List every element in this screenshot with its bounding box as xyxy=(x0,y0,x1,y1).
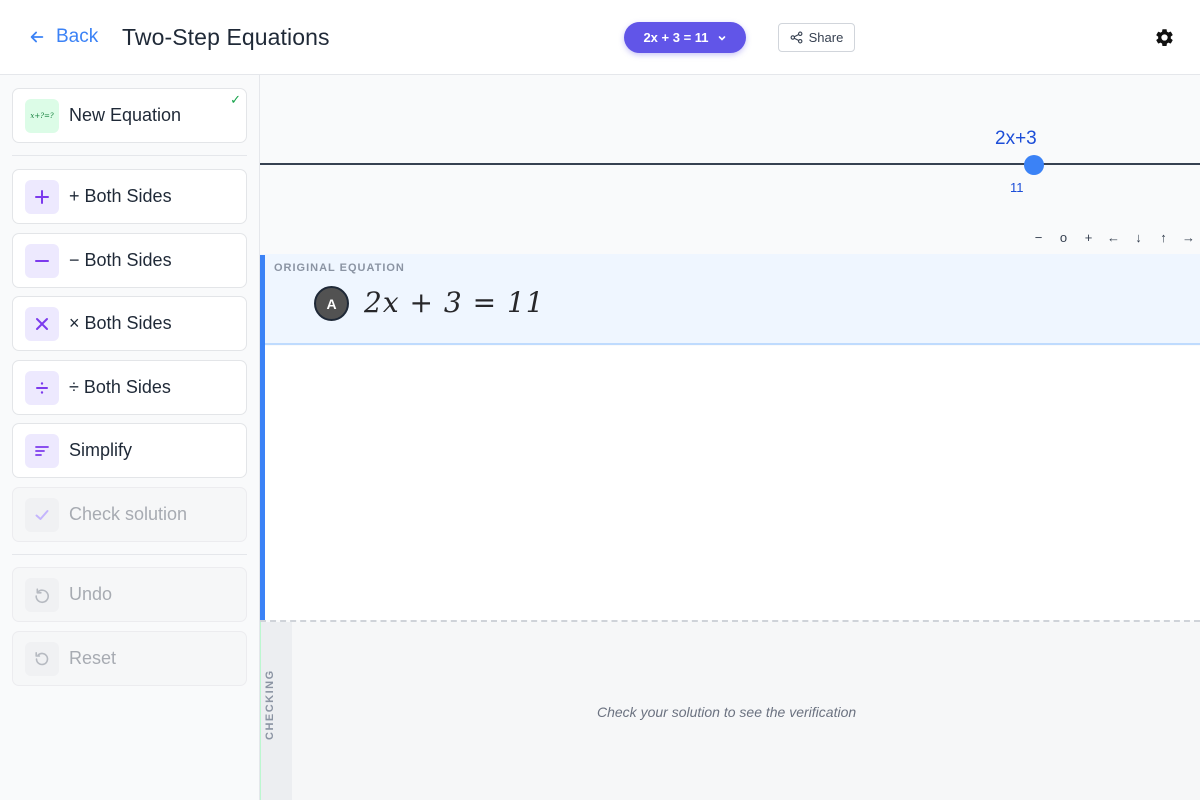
subtract-both-sides-label: − Both Sides xyxy=(69,250,172,270)
checking-heading: CHECKING xyxy=(264,669,276,740)
pan-left-button[interactable]: ← xyxy=(1101,228,1126,246)
equation-selector-label: 2x + 3 = 11 xyxy=(643,30,709,45)
number-line xyxy=(260,163,1200,165)
simplify-icon xyxy=(25,433,59,468)
back-button[interactable]: Back xyxy=(28,26,98,48)
zoom-reset-button[interactable]: o xyxy=(1051,228,1076,246)
top-bar: Back Two-Step Equations 2x + 3 = 11 Shar… xyxy=(0,0,1200,75)
number-line-expression-label: 2x+3 xyxy=(995,128,1037,149)
undo-icon xyxy=(25,577,59,612)
plus-icon xyxy=(25,179,59,214)
reset-button[interactable]: Reset xyxy=(12,631,247,686)
number-line-point[interactable] xyxy=(1024,155,1044,175)
workspace: 2x+3 11 − o + ← ↓ ↑ → ORIGINAL EQUATION … xyxy=(260,75,1200,800)
check-icon xyxy=(25,497,59,532)
original-equation-heading: ORIGINAL EQUATION xyxy=(274,262,405,274)
page-title: Two-Step Equations xyxy=(122,24,330,50)
zoom-in-button[interactable]: + xyxy=(1076,228,1101,246)
add-both-sides-label: + Both Sides xyxy=(69,186,172,206)
checking-message: Check your solution to see the verificat… xyxy=(597,704,857,720)
equation-selector[interactable]: 2x + 3 = 11 xyxy=(624,22,746,53)
divide-both-sides-button[interactable]: ÷ Both Sides xyxy=(12,360,247,415)
multiply-both-sides-button[interactable]: × Both Sides xyxy=(12,296,247,351)
share-button[interactable]: Share xyxy=(778,23,855,52)
simplify-label: Simplify xyxy=(69,440,133,460)
check-solution-label: Check solution xyxy=(69,504,188,524)
sidebar-divider xyxy=(12,155,247,156)
multiply-icon xyxy=(25,306,59,341)
share-icon xyxy=(790,31,803,44)
new-equation-label: New Equation xyxy=(69,105,182,125)
view-controls: − o + ← ↓ ↑ → xyxy=(1026,228,1200,246)
pan-right-button[interactable]: → xyxy=(1176,228,1200,246)
subtract-both-sides-button[interactable]: − Both Sides xyxy=(12,233,247,288)
multiply-both-sides-label: × Both Sides xyxy=(69,313,172,333)
reset-label: Reset xyxy=(69,648,117,668)
new-equation-button[interactable]: x+?=? New Equation ✓ xyxy=(12,88,247,143)
divide-icon xyxy=(25,370,59,405)
minus-icon xyxy=(25,243,59,278)
new-equation-icon: x+?=? xyxy=(25,98,59,133)
original-equation-panel: ORIGINAL EQUATION A 2x + 3 = 11 xyxy=(260,254,1200,345)
add-both-sides-button[interactable]: + Both Sides xyxy=(12,169,247,224)
done-check-icon: ✓ xyxy=(230,92,241,107)
reset-icon xyxy=(25,641,59,676)
check-solution-button[interactable]: Check solution xyxy=(12,487,247,542)
checking-panel: CHECKING Check your solution to see the … xyxy=(260,622,1200,800)
divide-both-sides-label: ÷ Both Sides xyxy=(69,377,171,397)
sidebar-divider xyxy=(12,554,247,555)
new-equation-icon-text: x+?=? xyxy=(30,111,54,120)
undo-label: Undo xyxy=(69,584,113,604)
back-label: Back xyxy=(56,26,99,47)
pan-down-button[interactable]: ↓ xyxy=(1126,228,1151,246)
pan-up-button[interactable]: ↑ xyxy=(1151,228,1176,246)
work-area[interactable] xyxy=(265,346,1200,620)
zoom-out-button[interactable]: − xyxy=(1026,228,1051,246)
original-equation-text: 2x + 3 = 11 xyxy=(364,286,545,319)
simplify-button[interactable]: Simplify xyxy=(12,423,247,478)
checking-label-strip: CHECKING xyxy=(260,622,292,800)
chevron-down-icon xyxy=(718,35,725,41)
share-label: Share xyxy=(808,30,844,45)
gear-icon[interactable] xyxy=(1154,27,1175,48)
arrow-left-icon xyxy=(30,31,44,43)
tool-sidebar: x+?=? New Equation ✓ + Both Sides − Both… xyxy=(0,75,260,800)
number-line-value-label: 11 xyxy=(1010,180,1024,195)
step-badge: A xyxy=(314,286,349,321)
undo-button[interactable]: Undo xyxy=(12,567,247,622)
